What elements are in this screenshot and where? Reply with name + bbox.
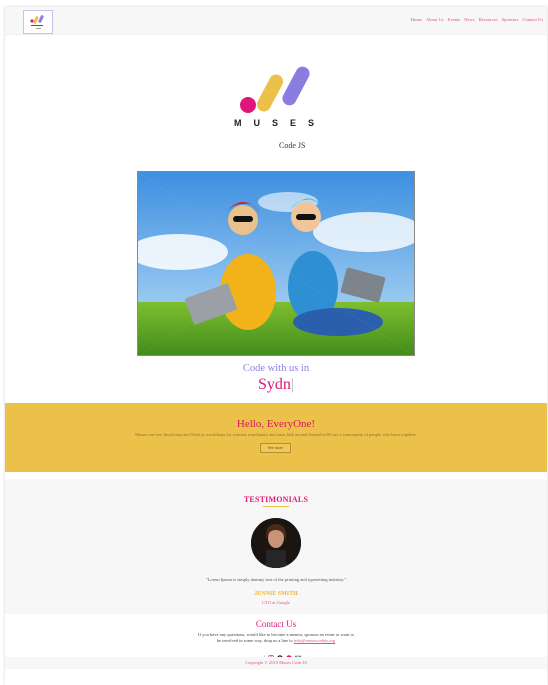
hello-title: Hello, EveryOne! [236,418,316,430]
hero-tagline: Code with us in [242,363,310,374]
footer: Copyright © 2019 Muses Code JS [5,657,547,669]
hello-section: Hello, EveryOne! Muses run free JavaScri… [5,403,547,472]
see-more-button[interactable]: See more [260,443,291,453]
hero-city: Sydn| [5,376,547,394]
nav-events[interactable]: Events [448,17,461,22]
page: Home About Us Events News Resources Spon… [5,7,547,685]
contact-title: Contact Us [255,619,297,629]
typing-caret: | [290,376,295,393]
hero-photo [137,171,415,356]
nav-news[interactable]: News [464,17,474,22]
hello-text: Muses run free JavaScript and Node.js wo… [135,432,417,437]
testimonial-quote: "Lorem Ipsum is simply dummy text of the… [205,577,347,582]
contact-text-line2: be involved in some way, drop us a line … [5,638,547,643]
github-icon[interactable] [277,648,283,661]
avatar [251,518,301,568]
instagram-icon[interactable] [268,648,274,661]
mail-icon[interactable] [295,648,301,661]
nav-home[interactable]: Home [411,17,422,22]
top-navbar: Home About Us Events News Resources Spon… [5,7,547,35]
city-text: Sydn [257,376,291,393]
social-links: m [259,648,301,661]
meetup-icon[interactable]: m [286,648,292,661]
twitter-icon[interactable] [259,648,265,660]
nav-contact-us[interactable]: Contact Us [522,17,543,22]
contact-text-prefix: be involved in some way, drop us a line … [216,638,294,643]
testimonials-title: TESTIMONIALS [243,495,309,504]
contact-email-link[interactable]: info@musescodejs.org [294,638,335,643]
testimonial-name: JENNIE SMITH [254,591,298,597]
logo-subtitle: Code JS [279,141,306,150]
main-nav: Home About Us Events News Resources Spon… [411,17,543,22]
copyright-text: Copyright © 2019 Muses Code JS [245,660,307,665]
testimonials-section: TESTIMONIALS "Lorem Ipsum is simply dumm… [5,479,547,614]
title-divider [263,506,289,507]
nav-about-us[interactable]: About Us [426,17,444,22]
nav-resources[interactable]: Resources [479,17,498,22]
brand-logo[interactable] [23,10,53,34]
muses-logo-icon [240,66,310,113]
contact-text-line1: If you have any questions, would like to… [197,632,355,637]
logo-wordmark: MUSES [234,118,327,128]
nav-sponsors[interactable]: Sponsors [502,17,519,22]
testimonial-role: CTO at Google [262,600,290,605]
